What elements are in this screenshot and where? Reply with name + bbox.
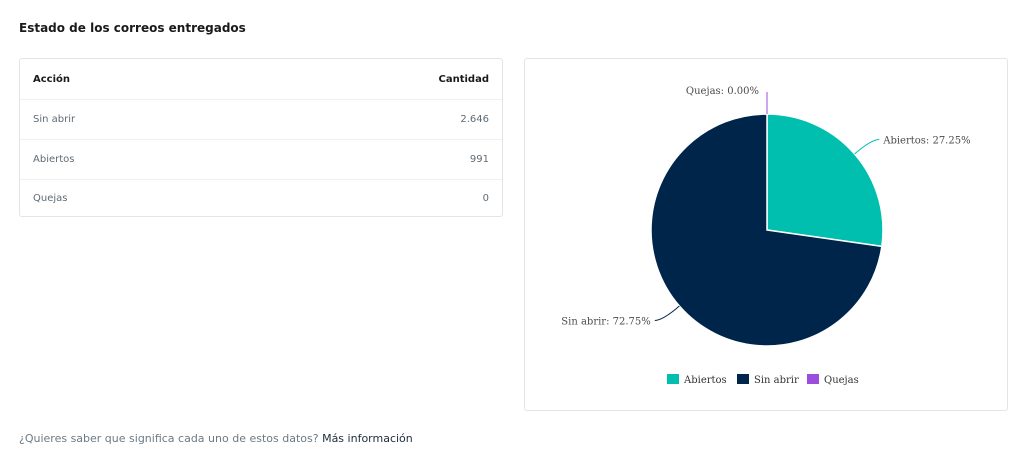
table-header: Acción Cantidad <box>20 59 502 99</box>
section-title: Estado de los correos entregados <box>19 21 246 35</box>
row-label: Sin abrir <box>33 114 76 125</box>
pie-slice-abiertos[interactable] <box>766 113 884 248</box>
data-label-sin-abrir: Sin abrir: 72.75% <box>561 316 650 327</box>
data-label-abiertos: Abiertos: 27.25% <box>882 136 970 147</box>
legend-item-quejas[interactable]: Quejas <box>807 374 859 386</box>
legend-label: Sin abrir <box>754 375 799 386</box>
pie-chart-card: Abiertos: 27.25% Sin abrir: 72.75% Quejas:… <box>524 58 1008 411</box>
footer-question: ¿Quieres saber que significa cada uno de… <box>19 432 319 445</box>
legend-swatch <box>807 374 819 384</box>
pie-chart: Abiertos: 27.25% Sin abrir: 72.75% Quejas:… <box>561 86 970 386</box>
label-connector <box>854 139 880 155</box>
table-row: Abiertos 991 <box>20 139 502 179</box>
legend-label: Abiertos <box>683 375 727 386</box>
row-label: Quejas <box>33 193 68 204</box>
table-row: Quejas 0 <box>20 179 502 217</box>
column-header-quantity: Cantidad <box>438 73 489 85</box>
data-label-quejas: Quejas: 0.00% <box>686 86 759 97</box>
row-label: Abiertos <box>33 154 75 165</box>
row-value: 991 <box>469 154 489 165</box>
legend-swatch <box>737 374 749 384</box>
label-connector <box>654 305 680 321</box>
more-info-link[interactable]: Más información <box>322 432 413 445</box>
footer-help: ¿Quieres saber que significa cada uno de… <box>19 432 413 445</box>
legend-item-sin-abrir[interactable]: Sin abrir <box>737 374 799 386</box>
delivery-status-table: Acción Cantidad Sin abrir 2.646 Abiertos… <box>19 58 503 217</box>
column-header-action: Acción <box>33 73 71 85</box>
table-row: Sin abrir 2.646 <box>20 99 502 139</box>
row-value: 2.646 <box>460 114 489 125</box>
row-value: 0 <box>482 193 489 204</box>
legend-item-abiertos[interactable]: Abiertos <box>667 374 727 386</box>
legend-label: Quejas <box>824 375 859 386</box>
legend-swatch <box>667 374 679 384</box>
